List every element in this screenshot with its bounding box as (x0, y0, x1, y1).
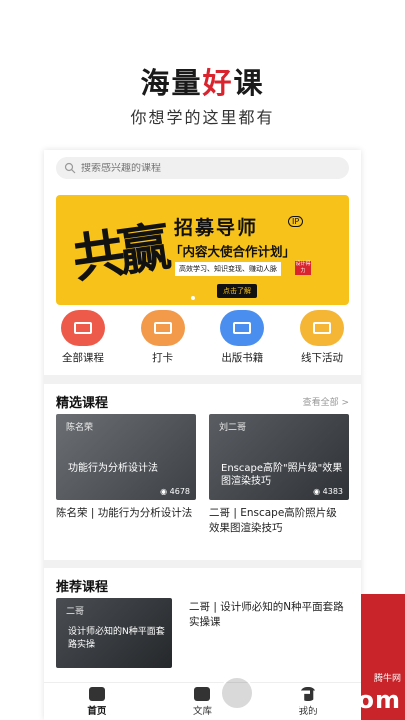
course-thumbnail: 二哥 设计师必知的N种平面套路实操 (56, 598, 172, 668)
watermark-subtext: 腾牛网 (373, 674, 401, 684)
course-title: 陈名荣 | 功能行为分析设计法 (56, 507, 193, 519)
course-card[interactable]: 陈名荣 功能行为分析设计法 ◉ 4678 陈名荣 | 功能行为分析设计法 (56, 414, 196, 536)
quick-books[interactable]: 出版书籍 (207, 310, 277, 365)
search-bar[interactable] (56, 157, 349, 179)
course-overlay-title: 设计师必知的N种平面套路实操 (68, 627, 165, 650)
course-card[interactable]: 刘二哥 Enscape高阶"照片级"效果图渲染技巧 ◉ 4383 二哥 | En… (209, 414, 349, 536)
home-icon (88, 686, 105, 701)
course-overlay-title: Enscape高阶"照片级"效果图渲染技巧 (221, 463, 343, 487)
featured-section: 精选课程 查看全部 > 陈名荣 功能行为分析设计法 ◉ 4678 陈名荣 | 功… (44, 384, 361, 560)
quick-label: 出版书籍 (221, 352, 264, 364)
library-icon (194, 686, 211, 701)
search-input[interactable] (81, 162, 301, 174)
quick-entries: 全部课程 打卡 出版书籍 线下活动 (44, 302, 361, 365)
search-icon (64, 162, 76, 174)
calendar-icon (140, 310, 185, 346)
hero-title: 海量好课 (140, 66, 265, 100)
course-thumbnail: 陈名荣 功能行为分析设计法 ◉ 4678 (56, 414, 196, 500)
quick-checkin[interactable]: 打卡 (128, 310, 198, 365)
view-count: ◉ 4383 (313, 487, 343, 496)
course-author-tag: 二哥 (66, 607, 85, 617)
banner-badge: 设计得力 (295, 261, 311, 275)
course-author-tag: 刘二哥 (219, 423, 247, 433)
ticket-icon (299, 310, 344, 346)
course-overlay-title: 功能行为分析设计法 (68, 463, 158, 474)
view-all-link[interactable]: 查看全部 > (303, 395, 349, 408)
banner-subtitle: 「内容大使合作计划」 (170, 244, 296, 259)
view-count: ◉ 4678 (160, 487, 190, 496)
hero-subtitle: 你想学的这里都有 (130, 108, 275, 127)
recommend-title: 推荐课程 (56, 579, 109, 595)
watermark-text: QQTN.com (250, 686, 401, 714)
quick-label: 全部课程 (62, 352, 104, 364)
monitor-icon (61, 310, 105, 346)
banner-ip-tag: IP (288, 216, 304, 227)
banner-strip: 高效学习、知识变现、赚动人脉 (175, 262, 281, 276)
tab-label: 首页 (87, 705, 107, 717)
promo-banner[interactable]: 共赢 招募导师 IP 「内容大使合作计划」 高效学习、知识变现、赚动人脉 设计得… (56, 195, 349, 305)
quick-label: 线下活动 (300, 352, 343, 364)
carousel-dot[interactable] (191, 296, 195, 300)
tab-home[interactable]: 首页 (62, 686, 132, 717)
book-icon (220, 310, 265, 346)
phone-screen: 共赢 招募导师 IP 「内容大使合作计划」 高效学习、知识变现、赚动人脉 设计得… (44, 150, 361, 720)
course-title: 二哥 | 设计师必知的N种平面套路实操课 (189, 601, 344, 628)
banner-title: 招募导师 (174, 217, 259, 239)
quick-offline-events[interactable]: 线下活动 (287, 310, 357, 365)
featured-title: 精选课程 (56, 395, 109, 411)
banner-calligraphy: 共赢 (68, 216, 169, 291)
quick-all-courses[interactable]: 全部课程 (48, 310, 118, 365)
recommend-item[interactable]: 二哥 设计师必知的N种平面套路实操 二哥 | 设计师必知的N种平面套路实操课 (56, 598, 349, 668)
quick-label: 打卡 (152, 352, 174, 364)
hero-title-accent: 好 (202, 66, 234, 100)
banner-cta-button[interactable]: 点击了解 (217, 284, 257, 298)
watermark-logo (220, 676, 254, 710)
course-thumbnail: 刘二哥 Enscape高阶"照片级"效果图渲染技巧 ◉ 4383 (209, 414, 349, 500)
course-title: 二哥 | Enscape高阶照片级 效果图渲染技巧 (209, 507, 337, 534)
course-author-tag: 陈名荣 (66, 423, 94, 433)
